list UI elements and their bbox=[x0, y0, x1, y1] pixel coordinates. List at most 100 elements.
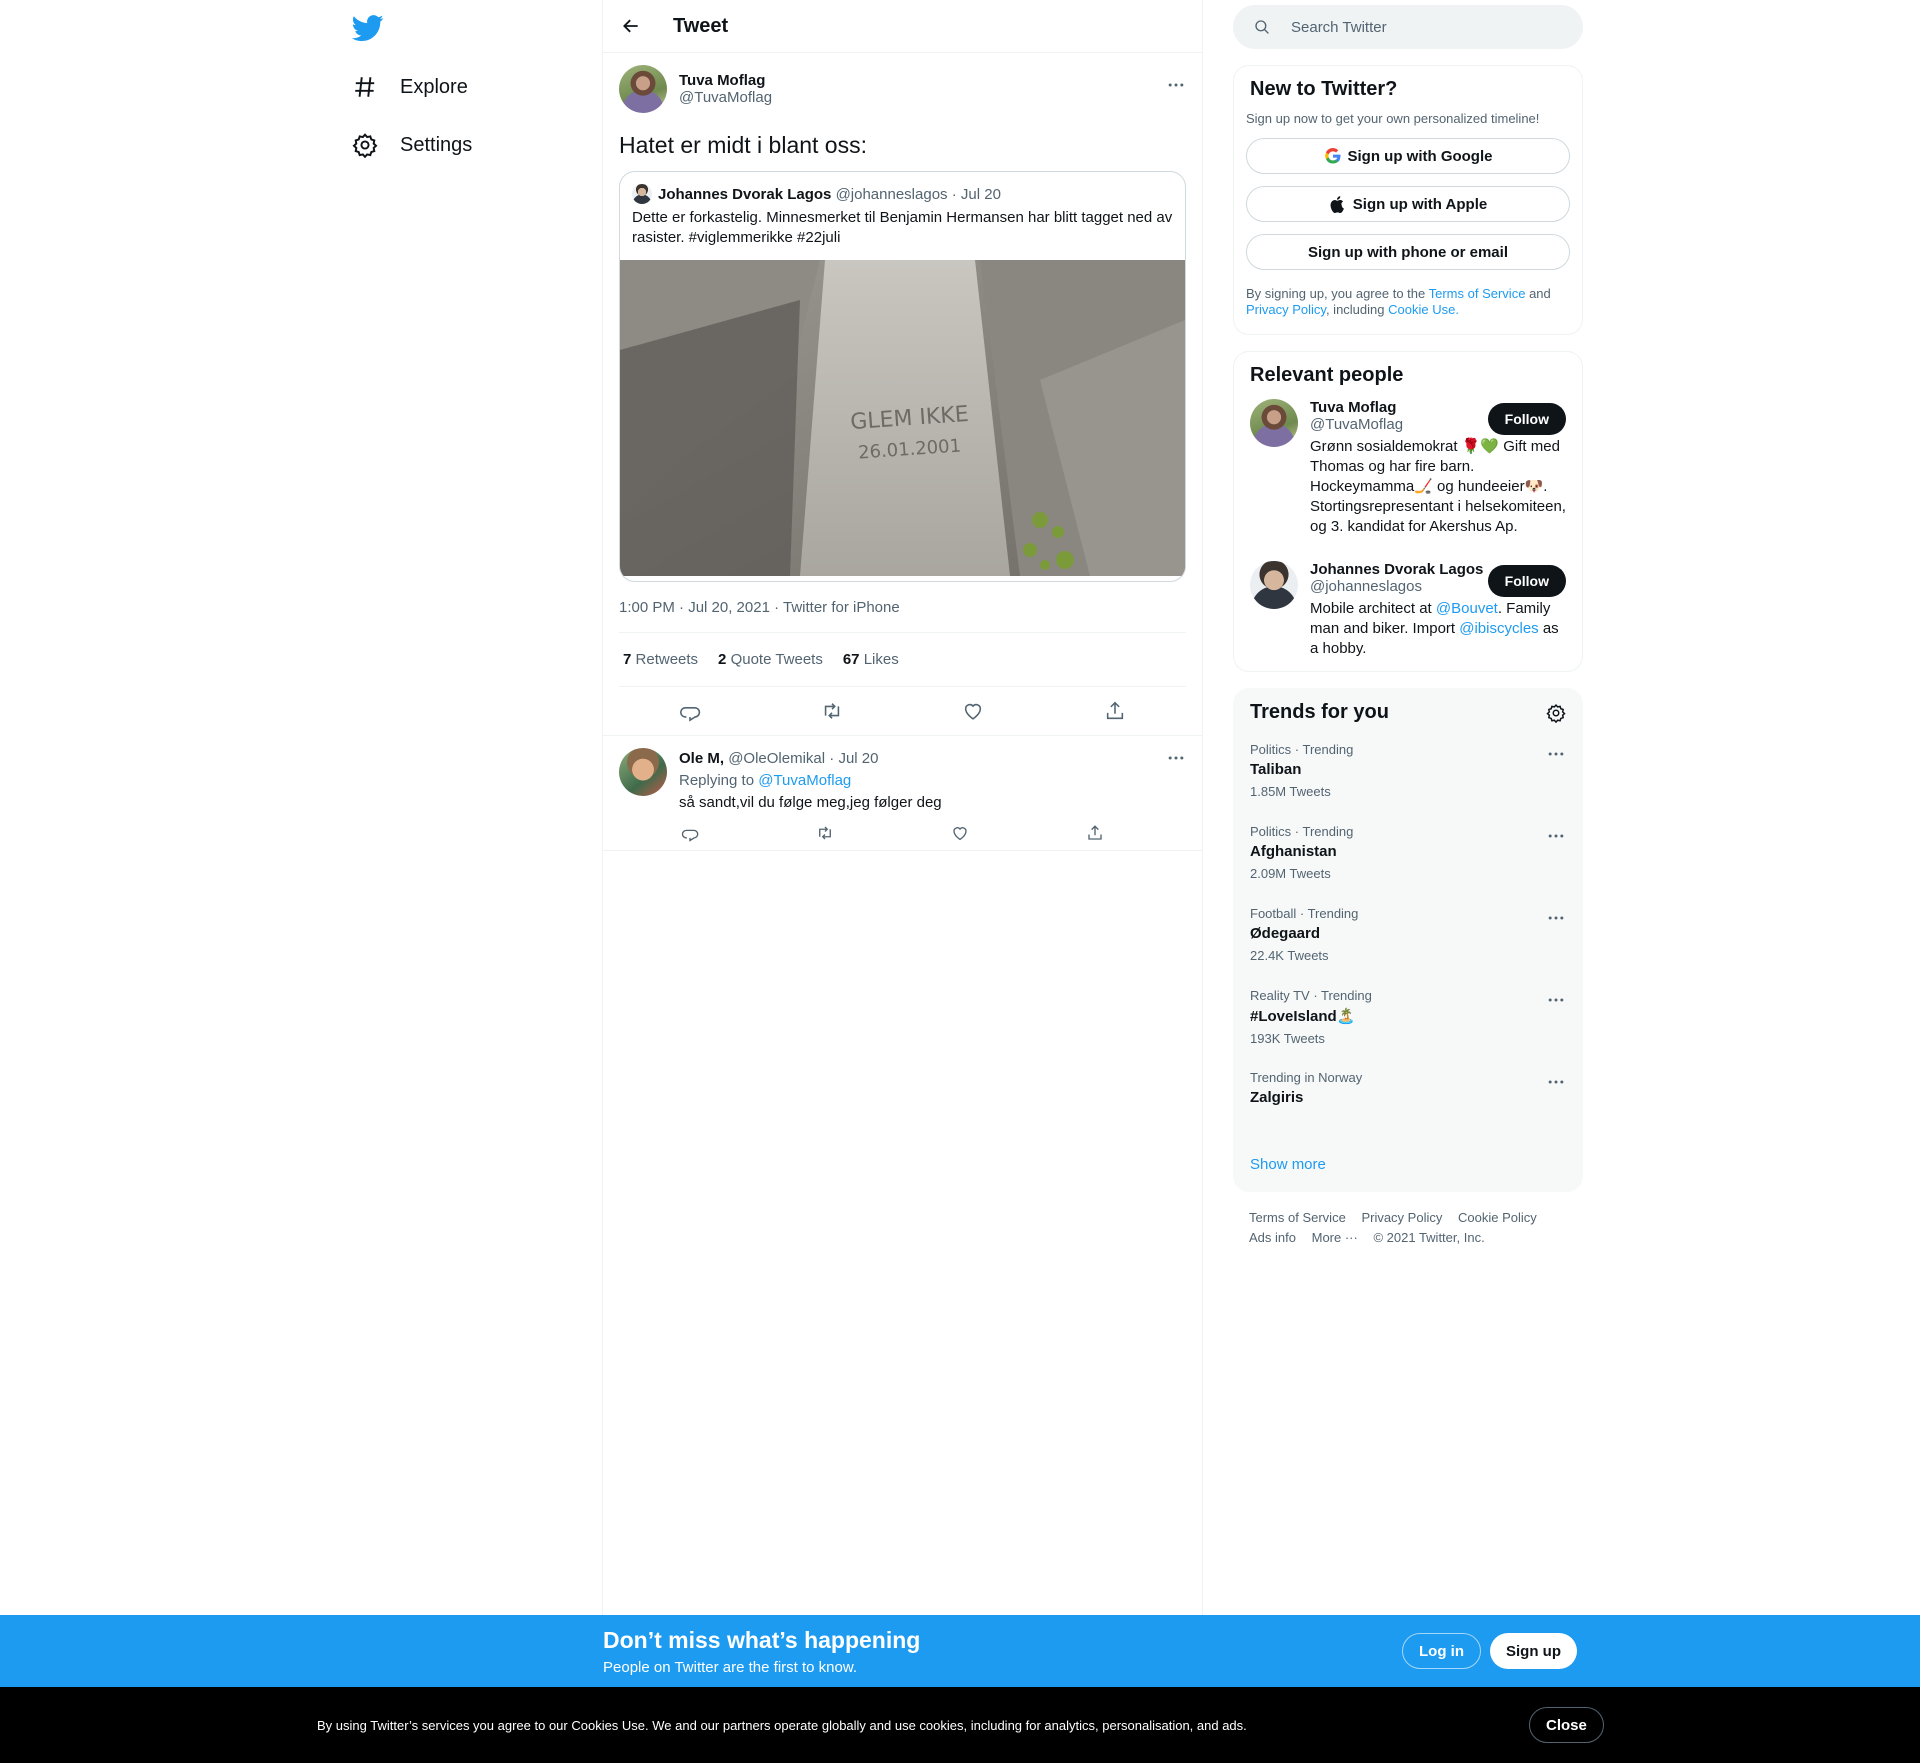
signup-banner-title: Don’t miss what’s happening bbox=[603, 1627, 921, 1653]
cookie-use-link[interactable]: Cookie Use. bbox=[1388, 302, 1459, 317]
avatar[interactable] bbox=[619, 748, 667, 796]
avatar[interactable] bbox=[619, 65, 667, 113]
signup-google-button[interactable]: Sign up with Google bbox=[1246, 138, 1570, 174]
avatar[interactable] bbox=[1250, 399, 1298, 447]
new-to-twitter-title: New to Twitter? bbox=[1250, 78, 1398, 100]
copyright: © 2021 Twitter, Inc. bbox=[1373, 1230, 1485, 1245]
avatar[interactable] bbox=[1250, 561, 1298, 609]
share-icon[interactable] bbox=[1104, 700, 1126, 722]
trend-item[interactable]: Trending in Norway Zalgiris bbox=[1234, 1058, 1582, 1140]
search-input[interactable]: Search Twitter bbox=[1233, 5, 1583, 49]
trends-title: Trends for you bbox=[1250, 701, 1389, 723]
trend-name: #LoveIsland🏝️ bbox=[1250, 1008, 1356, 1025]
reply-actions bbox=[679, 824, 1104, 842]
more-options-icon[interactable] bbox=[1546, 744, 1566, 764]
gear-icon[interactable] bbox=[1546, 703, 1566, 723]
quoted-tweet[interactable]: Johannes Dvorak Lagos @johanneslagos · J… bbox=[619, 171, 1186, 582]
reply-icon[interactable] bbox=[681, 824, 699, 842]
show-more-link[interactable]: Show more bbox=[1234, 1140, 1582, 1191]
bio-mention-link[interactable]: @Bouvet bbox=[1436, 600, 1498, 617]
more-options-icon[interactable] bbox=[1546, 990, 1566, 1010]
terms-and: and bbox=[1529, 286, 1551, 301]
page-title: Tweet bbox=[673, 14, 729, 37]
quoted-tweet-header: Johannes Dvorak Lagos @johanneslagos · J… bbox=[620, 172, 1185, 204]
nav-settings[interactable]: Settings bbox=[352, 120, 472, 170]
tweet-timestamp[interactable]: 1:00 PM · Jul 20, 2021 · Twitter for iPh… bbox=[619, 599, 1186, 633]
likes-stat[interactable]: 67 Likes bbox=[843, 651, 899, 668]
more-options-icon[interactable] bbox=[1166, 75, 1186, 95]
terms-including: , including bbox=[1325, 302, 1385, 317]
reply-tweet[interactable]: Ole M, @OleOlemikal · Jul 20 Replying to… bbox=[603, 735, 1202, 851]
like-heart-icon[interactable] bbox=[951, 824, 969, 842]
replying-to: Replying to @TuvaMoflag bbox=[679, 770, 1186, 792]
trend-item[interactable]: Reality TV · Trending #LoveIsland🏝️ 193K… bbox=[1234, 976, 1582, 1058]
trend-name: Afghanistan bbox=[1250, 843, 1337, 860]
twitter-logo-icon[interactable] bbox=[352, 12, 384, 44]
tweet-author-handle[interactable]: @TuvaMoflag bbox=[679, 89, 772, 106]
apple-icon bbox=[1330, 196, 1344, 213]
signup-google-label: Sign up with Google bbox=[1347, 147, 1493, 165]
retweet-icon[interactable] bbox=[821, 700, 843, 722]
follow-button[interactable]: Follow bbox=[1487, 565, 1566, 597]
signup-apple-label: Sign up with Apple bbox=[1352, 195, 1488, 213]
bio-text: Mobile architect at bbox=[1310, 600, 1432, 617]
footer-more-link[interactable]: More ··· bbox=[1312, 1228, 1358, 1248]
cookie-banner-text: By using Twitter’s services you agree to… bbox=[317, 1718, 1247, 1733]
nav-explore[interactable]: Explore bbox=[352, 62, 468, 112]
more-options-icon[interactable] bbox=[1546, 1072, 1566, 1092]
retweet-icon[interactable] bbox=[816, 824, 834, 842]
signup-phone-email-button[interactable]: Sign up with phone or email bbox=[1246, 234, 1570, 270]
main-tweet: Tuva Moflag @TuvaMoflag Hatet er midt i … bbox=[603, 53, 1202, 735]
replying-to-prefix: Replying to bbox=[679, 772, 755, 789]
trends-card: Trends for you Politics · Trending Talib… bbox=[1233, 688, 1583, 1192]
footer-link[interactable]: Privacy Policy bbox=[1361, 1208, 1442, 1228]
signup-button[interactable]: Sign up bbox=[1490, 1633, 1577, 1669]
retweets-stat[interactable]: 7 Retweets bbox=[623, 651, 698, 668]
memorial-stone-image[interactable]: GLEM IKKE 26.01.2001 bbox=[620, 260, 1185, 576]
right-sidebar: Search Twitter New to Twitter? Sign up n… bbox=[1233, 0, 1583, 1264]
reply-date[interactable]: · Jul 20 bbox=[829, 750, 878, 767]
reply-author-handle[interactable]: @OleOlemikal bbox=[728, 750, 825, 767]
quotes-count: 2 bbox=[718, 651, 727, 668]
signup-apple-button[interactable]: Sign up with Apple bbox=[1246, 186, 1570, 222]
gear-icon bbox=[352, 133, 378, 158]
tweet-author-name[interactable]: Tuva Moflag bbox=[679, 72, 772, 89]
quoted-author-handle: @johanneslagos bbox=[835, 185, 948, 203]
likes-count: 67 bbox=[842, 651, 860, 668]
terms-of-service-link[interactable]: Terms of Service bbox=[1429, 286, 1526, 301]
back-arrow-icon[interactable] bbox=[621, 16, 641, 36]
more-options-icon[interactable] bbox=[1546, 908, 1566, 928]
signup-banner: Don’t miss what’s happening People on Tw… bbox=[0, 1615, 1920, 1687]
reply-icon[interactable] bbox=[679, 700, 701, 722]
trend-count: 1.85M Tweets bbox=[1250, 784, 1331, 799]
footer-link[interactable]: Terms of Service bbox=[1249, 1208, 1346, 1228]
bio-mention-link[interactable]: @ibiscycles bbox=[1459, 620, 1538, 637]
trend-item[interactable]: Football · Trending Ødegaard 22.4K Tweet… bbox=[1234, 894, 1582, 976]
trend-count: 193K Tweets bbox=[1250, 1031, 1325, 1046]
relevant-people-card: Relevant people Tuva Moflag @TuvaMoflag … bbox=[1233, 351, 1583, 672]
trend-item[interactable]: Politics · Trending Afghanistan 2.09M Tw… bbox=[1234, 812, 1582, 894]
more-options-icon[interactable] bbox=[1166, 748, 1186, 768]
signup-banner-subtitle: People on Twitter are the first to know. bbox=[603, 1659, 858, 1676]
page-header: Tweet bbox=[603, 0, 1202, 53]
login-button[interactable]: Log in bbox=[1402, 1633, 1481, 1669]
person-item[interactable]: Johannes Dvorak Lagos @johanneslagos Mob… bbox=[1234, 549, 1582, 671]
quotes-stat[interactable]: 2 Quote Tweets bbox=[718, 651, 823, 668]
more-options-icon[interactable] bbox=[1546, 826, 1566, 846]
terms-prefix: By signing up, you agree to the bbox=[1246, 286, 1426, 301]
reply-author-name[interactable]: Ole M, bbox=[679, 750, 724, 767]
quoted-author-name: Johannes Dvorak Lagos bbox=[658, 185, 832, 203]
footer-link[interactable]: Ads info bbox=[1249, 1228, 1296, 1248]
share-icon[interactable] bbox=[1086, 824, 1104, 842]
new-to-twitter-subtitle: Sign up now to get your own personalized… bbox=[1246, 111, 1540, 126]
main-column: Tweet Tuva Moflag @TuvaMoflag Hatet er m… bbox=[602, 0, 1203, 1615]
cookie-close-button[interactable]: Close bbox=[1529, 1707, 1604, 1743]
trend-item[interactable]: Politics · Trending Taliban 1.85M Tweets bbox=[1234, 730, 1582, 812]
replying-to-link[interactable]: @TuvaMoflag bbox=[758, 772, 851, 789]
quoted-tweet-text: Dette er forkastelig. Minnesmerket til B… bbox=[632, 209, 1173, 246]
follow-button[interactable]: Follow bbox=[1487, 403, 1566, 435]
like-heart-icon[interactable] bbox=[962, 700, 984, 722]
privacy-policy-link[interactable]: Privacy Policy bbox=[1246, 302, 1326, 317]
footer-link[interactable]: Cookie Policy bbox=[1458, 1208, 1537, 1228]
person-item[interactable]: Tuva Moflag @TuvaMoflag Grønn sosialdemo… bbox=[1234, 387, 1582, 549]
